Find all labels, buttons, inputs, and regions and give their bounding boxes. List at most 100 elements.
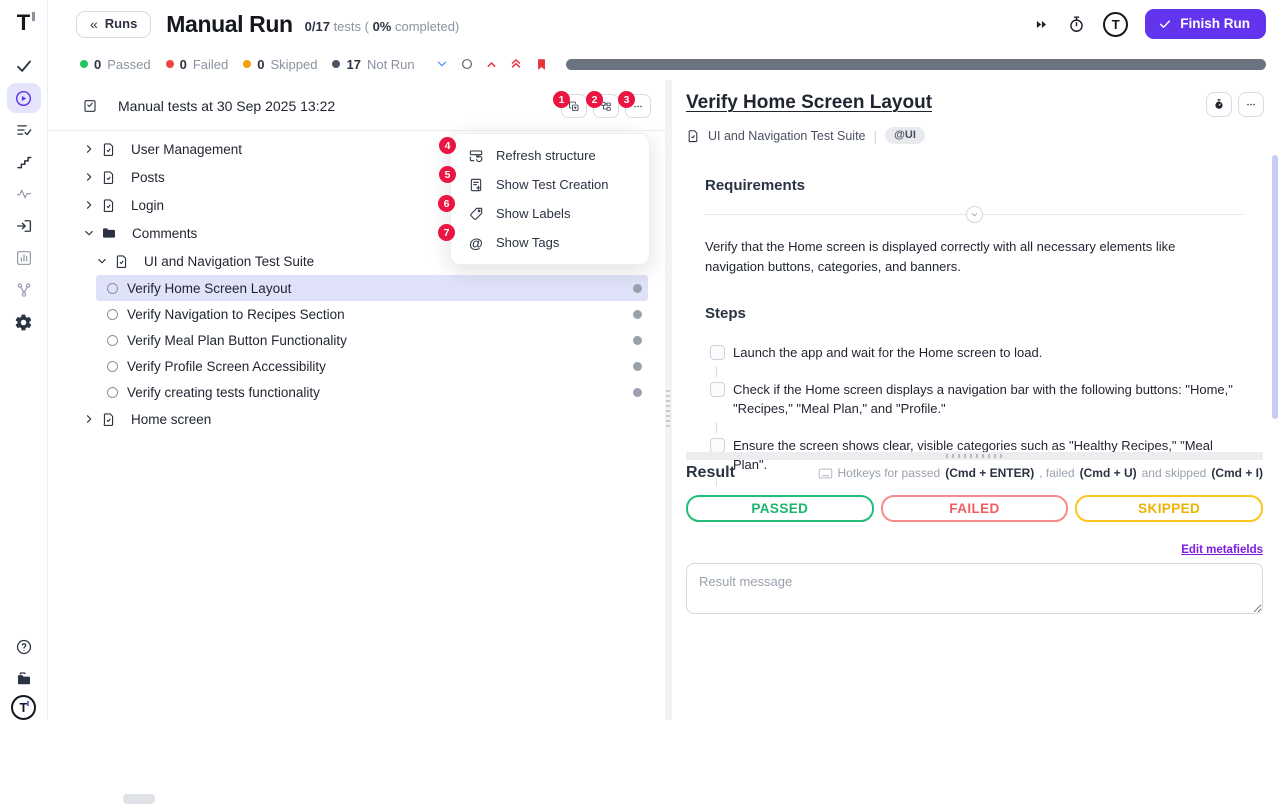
tree-row-test-selected[interactable]: Verify Home Screen Layout bbox=[48, 275, 665, 301]
result-section: Result Hotkeys for passed (Cmd + ENTER) … bbox=[686, 464, 1263, 619]
test-title[interactable]: Verify Home Screen Layout bbox=[686, 92, 932, 114]
suite-doc-check-icon bbox=[101, 198, 116, 213]
stairs-icon[interactable] bbox=[7, 147, 41, 177]
sidebar-nav bbox=[7, 50, 41, 338]
requirements-section: Requirements Verify that the Home screen… bbox=[686, 177, 1263, 276]
step-item[interactable]: Check if the Home screen displays a navi… bbox=[705, 380, 1235, 419]
annotation-badge-6: 6 bbox=[438, 195, 455, 212]
skipped-button[interactable]: SKIPPED bbox=[1075, 495, 1263, 522]
failed-count: 0Failed bbox=[166, 57, 229, 72]
finish-run-button[interactable]: Finish Run bbox=[1145, 9, 1266, 39]
tag-badge[interactable]: @UI bbox=[885, 127, 925, 144]
menu-item-label: Show Tags bbox=[496, 235, 559, 250]
test-status-circle-icon bbox=[107, 387, 118, 398]
report-chart-icon[interactable] bbox=[7, 243, 41, 273]
circle-outline-icon[interactable] bbox=[460, 57, 474, 71]
back-to-runs-label: Runs bbox=[105, 16, 138, 31]
result-message-input[interactable] bbox=[686, 563, 1263, 614]
chevron-right-icon[interactable] bbox=[82, 198, 97, 212]
timer-icon[interactable] bbox=[1067, 15, 1086, 34]
chevron-right-icon[interactable] bbox=[82, 170, 97, 184]
tree-item-label: Verify Profile Screen Accessibility bbox=[127, 359, 326, 374]
bookmark-icon[interactable] bbox=[534, 57, 549, 72]
double-chevron-up-icon[interactable] bbox=[509, 57, 523, 71]
tree-row-test[interactable]: Verify Profile Screen Accessibility bbox=[48, 353, 665, 379]
chevron-down-icon[interactable] bbox=[435, 57, 449, 71]
tree-row-test[interactable]: Verify Meal Plan Button Functionality bbox=[48, 327, 665, 353]
tree-item-label: Posts bbox=[131, 170, 165, 185]
workspace-logo-icon[interactable]: T bbox=[11, 695, 36, 720]
vertical-scrollbar[interactable] bbox=[1272, 155, 1278, 419]
menu-item-show-tags[interactable]: @ Show Tags bbox=[451, 228, 649, 257]
chevron-down-icon[interactable] bbox=[95, 254, 110, 268]
account-logo-icon[interactable]: T bbox=[1103, 12, 1128, 37]
hotkeys-text: , failed bbox=[1039, 466, 1074, 480]
requirements-heading: Requirements bbox=[705, 177, 1244, 194]
hotkey-failed: (Cmd + U) bbox=[1080, 466, 1137, 480]
hotkeys-hint: Hotkeys for passed (Cmd + ENTER) , faile… bbox=[818, 466, 1263, 480]
step-item[interactable]: Launch the app and wait for the Home scr… bbox=[705, 343, 1235, 363]
suite-doc-check-icon bbox=[686, 129, 700, 143]
context-menu: Refresh structure Show Test Creation Sho… bbox=[450, 133, 650, 265]
horizontal-resize-grip[interactable] bbox=[686, 452, 1263, 460]
skip-forward-icon[interactable] bbox=[1033, 16, 1050, 33]
requirements-text: Verify that the Home screen is displayed… bbox=[705, 237, 1235, 276]
runs-play-circle-icon[interactable] bbox=[7, 83, 41, 113]
list-check-icon[interactable] bbox=[7, 115, 41, 145]
gray-dot-icon bbox=[332, 60, 340, 68]
suite-doc-check-icon bbox=[101, 170, 116, 185]
tree-toolbar bbox=[561, 94, 651, 118]
help-circle-icon[interactable] bbox=[7, 632, 41, 662]
chevron-right-icon[interactable] bbox=[82, 412, 97, 426]
brand-logo-icon[interactable]: T bbox=[17, 8, 30, 38]
activity-pulse-icon[interactable] bbox=[7, 179, 41, 209]
test-indicator-dot bbox=[633, 336, 642, 345]
chevron-right-icon[interactable] bbox=[82, 142, 97, 156]
hotkey-skipped: (Cmd + I) bbox=[1211, 466, 1263, 480]
edit-metafields-link[interactable]: Edit metafields bbox=[1181, 544, 1263, 556]
resize-grip-icon[interactable] bbox=[666, 390, 670, 428]
chevron-up-icon[interactable] bbox=[485, 58, 498, 71]
menu-item-refresh-structure[interactable]: Refresh structure bbox=[451, 141, 649, 170]
tree-item-label: Verify Home Screen Layout bbox=[127, 281, 291, 296]
collapse-knob[interactable] bbox=[966, 206, 983, 223]
hotkey-passed: (Cmd + ENTER) bbox=[945, 466, 1034, 480]
annotation-badge-4: 4 bbox=[439, 137, 456, 154]
test-more-options-button[interactable] bbox=[1238, 92, 1264, 117]
test-status-circle-icon bbox=[107, 309, 118, 320]
menu-item-show-test-creation[interactable]: Show Test Creation bbox=[451, 170, 649, 199]
steps-heading: Steps bbox=[705, 305, 1244, 322]
failed-button[interactable]: FAILED bbox=[881, 495, 1069, 522]
detail-header: Verify Home Screen Layout bbox=[672, 80, 1280, 117]
tree-item-label: Comments bbox=[132, 226, 197, 241]
menu-item-show-labels[interactable]: Show Labels bbox=[451, 199, 649, 228]
back-to-runs-button[interactable]: « Runs bbox=[76, 11, 151, 38]
ellipsis-icon bbox=[1245, 97, 1257, 112]
annotation-badge-7: 7 bbox=[438, 224, 455, 241]
percent-completed: 0% bbox=[373, 19, 392, 34]
step-connector bbox=[716, 366, 717, 378]
test-indicator-dot bbox=[633, 310, 642, 319]
tree-panel-header: Manual tests at 30 Sep 2025 13:22 bbox=[48, 80, 665, 131]
chevron-down-icon[interactable] bbox=[82, 226, 97, 240]
run-progress-meta: 0/17 tests ( 0% completed) bbox=[305, 15, 460, 34]
folder-library-icon[interactable] bbox=[7, 664, 41, 694]
suite-name[interactable]: UI and Navigation Test Suite bbox=[708, 129, 866, 143]
tree-item-label: Verify creating tests functionality bbox=[127, 385, 320, 400]
run-status-row: 0Passed 0Failed 0Skipped 17Not Run bbox=[48, 48, 1280, 80]
tree-row-test[interactable]: Verify Navigation to Recipes Section bbox=[48, 301, 665, 327]
top-bar: « Runs Manual Run 0/17 tests ( 0% comple… bbox=[48, 0, 1280, 48]
stopwatch-button[interactable] bbox=[1206, 92, 1232, 117]
passed-button[interactable]: PASSED bbox=[686, 495, 874, 522]
log-in-icon[interactable] bbox=[7, 211, 41, 241]
tree-row-test[interactable]: Verify creating tests functionality bbox=[48, 379, 665, 405]
test-status-circle-icon bbox=[107, 335, 118, 346]
settings-gear-icon[interactable] bbox=[7, 307, 41, 337]
refresh-structure-icon bbox=[468, 148, 484, 164]
panel-resize-divider[interactable] bbox=[665, 80, 672, 720]
skipped-count: 0Skipped bbox=[243, 57, 317, 72]
tree-row-suite[interactable]: Home screen bbox=[48, 405, 665, 433]
branch-icon[interactable] bbox=[7, 275, 41, 305]
check-nav-icon[interactable] bbox=[7, 51, 41, 81]
edit-metafields-row: Edit metafields bbox=[686, 540, 1263, 558]
